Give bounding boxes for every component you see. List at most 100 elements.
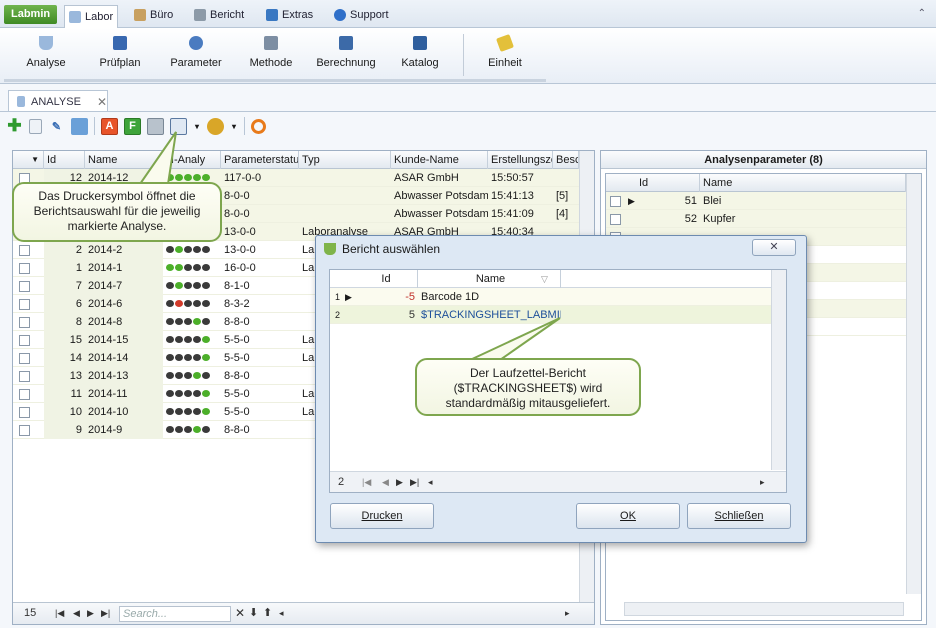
status-dot-icon xyxy=(184,246,192,253)
search-down-icon[interactable]: ⬇ xyxy=(249,606,258,619)
nav-last-icon[interactable]: ▶| xyxy=(410,477,419,488)
collapse-ribbon-icon[interactable]: ⌃ xyxy=(918,8,926,19)
column-header-id[interactable]: Id xyxy=(636,174,700,192)
nav-next-icon[interactable]: ▶ xyxy=(87,608,94,619)
dropdown-icon[interactable]: ▾ xyxy=(193,118,201,135)
menu-bericht[interactable]: Bericht xyxy=(190,5,248,25)
status-dot-icon xyxy=(193,174,201,181)
cell-parameterstatus: 8-0-0 xyxy=(224,190,250,202)
table-row[interactable]: ▶ 51 Blei xyxy=(606,192,906,210)
menu-buero[interactable]: Büro xyxy=(130,5,177,25)
cell-n-analyse-status xyxy=(163,241,221,259)
status-dot-icon xyxy=(193,264,201,271)
record-count: 15 xyxy=(24,607,37,619)
column-header-kunde[interactable]: Kunde-Name xyxy=(391,151,488,169)
scroll-right-icon[interactable]: ▸ xyxy=(565,608,570,619)
nav-prev-icon[interactable]: ◀ xyxy=(73,608,80,619)
row-checkbox[interactable] xyxy=(19,371,30,382)
unit-icon xyxy=(496,34,514,52)
row-checkbox[interactable] xyxy=(19,281,30,292)
parameter-horizontal-scrollbar[interactable] xyxy=(624,602,904,616)
status-dot-icon xyxy=(193,408,201,415)
filter-icon[interactable]: ▽ xyxy=(538,270,558,288)
table-row[interactable]: 52 Kupfer xyxy=(606,210,906,228)
nav-first-icon[interactable]: |◀ xyxy=(55,608,64,619)
ribbon-einheit-button[interactable]: Einheit xyxy=(478,32,532,78)
column-header-parameterstatus[interactable]: Parameterstatu xyxy=(221,151,299,169)
cell-beschreibung xyxy=(553,169,579,187)
menu-label: Büro xyxy=(150,9,174,21)
row-checkbox[interactable] xyxy=(19,353,30,364)
cell-erstellungszeit: 15:41:09 xyxy=(491,208,534,220)
row-indicator-icon: ▶ xyxy=(345,292,352,302)
cell-n-analyse-status xyxy=(163,349,221,367)
row-checkbox[interactable] xyxy=(19,317,30,328)
status-dot-icon xyxy=(166,372,174,379)
ribbon-katalog-button[interactable]: Katalog xyxy=(394,32,446,78)
row-checkbox[interactable] xyxy=(19,407,30,418)
print-button[interactable]: Drucken xyxy=(330,503,434,529)
column-header-beschreibung[interactable]: Besc xyxy=(553,151,579,169)
dialog-close-button[interactable]: ✕ xyxy=(752,239,796,256)
column-header-n-analyse[interactable]: N-Analy xyxy=(163,151,221,169)
column-header-name[interactable]: Name xyxy=(85,151,163,169)
nav-next-icon[interactable]: ▶ xyxy=(396,477,403,488)
add-icon[interactable]: ✚ xyxy=(6,116,23,135)
menu-extras[interactable]: Extras xyxy=(262,5,317,25)
toolbar-separator xyxy=(94,117,95,135)
calendar-icon[interactable] xyxy=(170,117,187,135)
scroll-right-icon[interactable]: ▸ xyxy=(760,477,765,488)
report-vertical-scrollbar[interactable] xyxy=(771,270,786,470)
row-checkbox[interactable] xyxy=(610,214,621,225)
ribbon-pruefplan-button[interactable]: Prüfplan xyxy=(92,32,148,78)
ribbon-parameter-button[interactable]: Parameter xyxy=(166,32,226,78)
grid-search-input[interactable]: Search... xyxy=(119,606,231,622)
column-header-typ[interactable]: Typ xyxy=(299,151,391,169)
nav-prev-icon[interactable]: ◀ xyxy=(382,477,389,488)
copy-icon[interactable] xyxy=(29,118,42,134)
status-dot-icon xyxy=(202,264,210,271)
scroll-left-icon[interactable]: ◂ xyxy=(428,477,433,488)
column-header-name[interactable]: Name xyxy=(700,174,906,192)
close-tab-icon[interactable]: ✕ xyxy=(97,95,107,109)
cell-id: 6 xyxy=(44,295,85,313)
ok-button[interactable]: OK xyxy=(576,503,680,529)
menu-support[interactable]: Support xyxy=(330,5,393,25)
column-header-erstellungszeit[interactable]: Erstellungsze xyxy=(488,151,553,169)
ribbon-analyse-button[interactable]: Analyse xyxy=(18,32,74,78)
ribbon-berechnung-button[interactable]: Berechnung xyxy=(310,32,382,78)
parameter-vertical-scrollbar[interactable] xyxy=(906,174,921,594)
nav-last-icon[interactable]: ▶| xyxy=(101,608,110,619)
scroll-left-icon[interactable]: ◂ xyxy=(279,608,284,619)
table-row[interactable]: 1 ▶ -5 Barcode 1D xyxy=(330,288,771,306)
edit-icon[interactable]: ✎ xyxy=(48,118,65,135)
dropdown-icon[interactable]: ▾ xyxy=(230,118,238,135)
analysis-a-icon[interactable]: A xyxy=(101,117,118,135)
row-checkbox[interactable] xyxy=(19,299,30,310)
column-chooser-icon[interactable]: ▼ xyxy=(13,151,44,169)
column-header-id[interactable]: Id xyxy=(352,270,418,288)
refresh-icon[interactable] xyxy=(251,118,266,134)
row-checkbox[interactable] xyxy=(19,389,30,400)
close-button[interactable]: Schließen xyxy=(687,503,791,529)
gear-icon[interactable] xyxy=(207,117,224,135)
row-checkbox[interactable] xyxy=(19,245,30,256)
import-icon[interactable] xyxy=(71,117,88,135)
column-header-id[interactable]: Id xyxy=(44,151,85,169)
table-row[interactable]: 2 5 $TRACKINGSHEET_LABMIN$ xyxy=(330,306,771,324)
clear-search-icon[interactable]: ✕ xyxy=(235,606,245,620)
row-checkbox[interactable] xyxy=(19,263,30,274)
search-up-icon[interactable]: ⬆ xyxy=(263,606,272,619)
menu-labor[interactable]: Labor xyxy=(64,5,119,28)
status-dot-icon xyxy=(166,354,174,361)
row-checkbox[interactable] xyxy=(19,335,30,346)
printer-icon[interactable] xyxy=(147,117,164,135)
row-checkbox[interactable] xyxy=(610,196,621,207)
status-dot-icon xyxy=(202,174,210,181)
nav-first-icon[interactable]: |◀ xyxy=(362,477,371,488)
row-checkbox[interactable] xyxy=(19,425,30,436)
analysis-f-icon[interactable]: F xyxy=(124,117,141,135)
ribbon-methode-button[interactable]: Methode xyxy=(242,32,300,78)
status-dots xyxy=(166,300,210,307)
tab-analyse[interactable]: ANALYSE ✕ xyxy=(8,90,108,112)
